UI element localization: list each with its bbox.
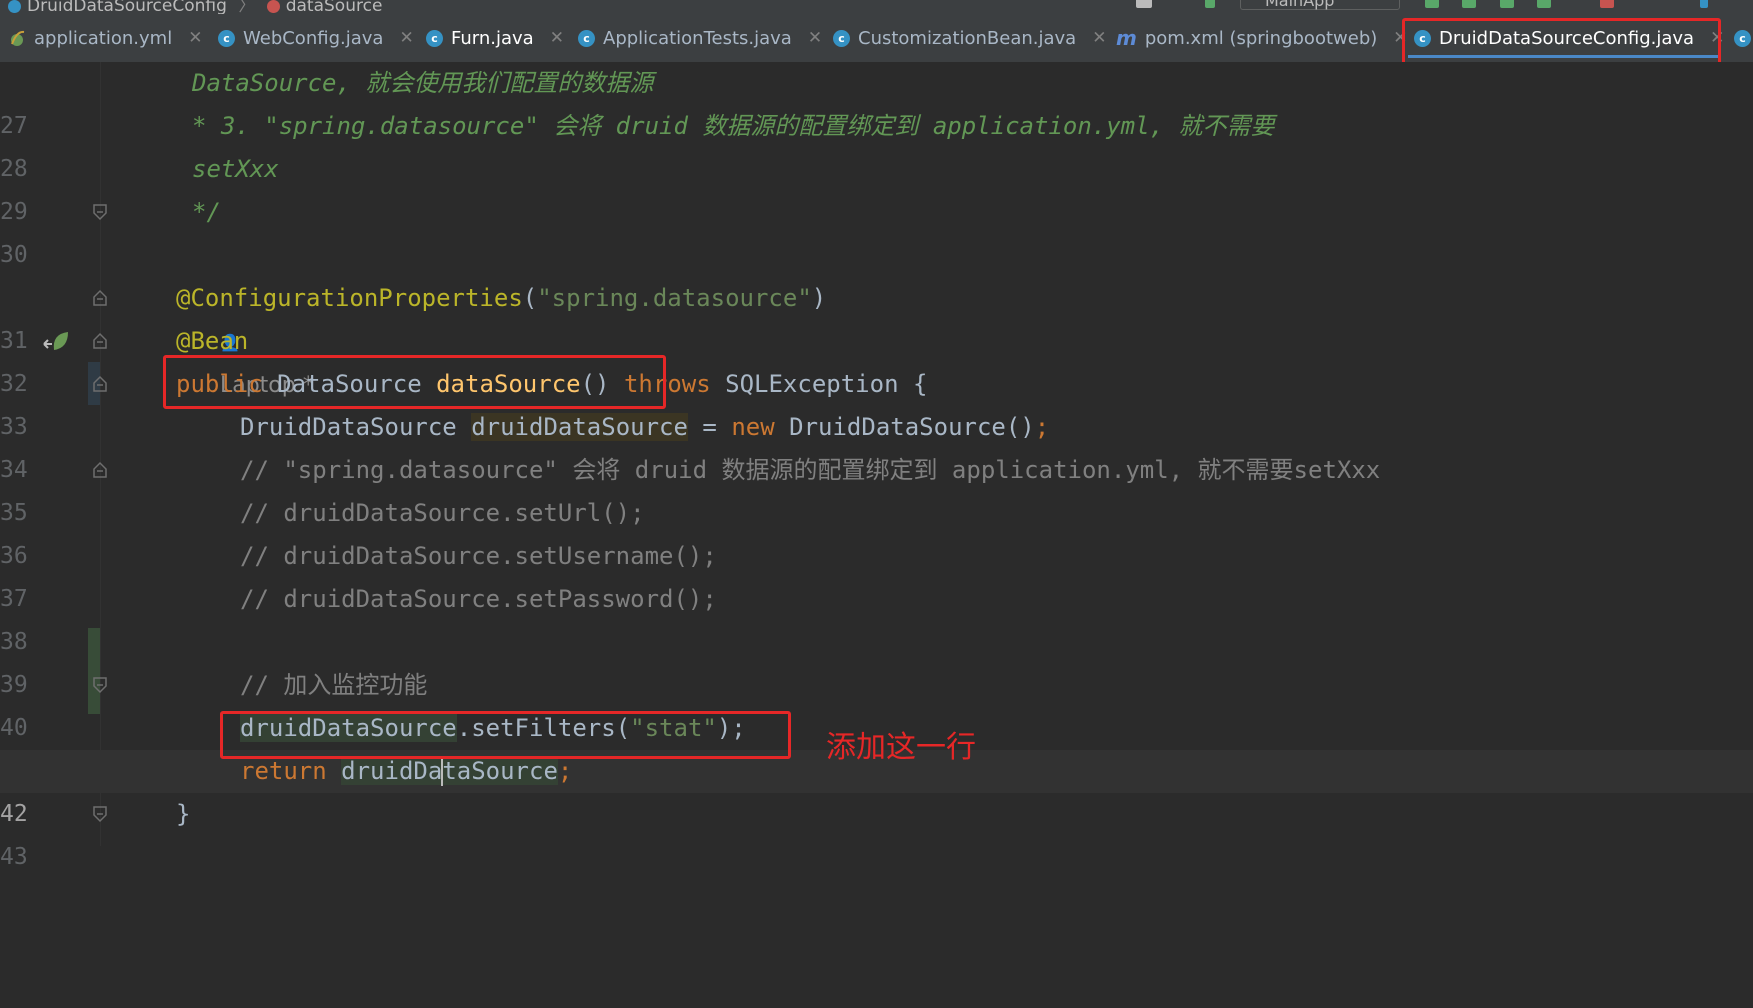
fold-end-icon[interactable]	[92, 805, 108, 823]
code-line: 31 @ConfigurationProperties("spring.data…	[0, 284, 827, 354]
code-line: 28 * 3. "spring.datasource" 会将 druid 数据源…	[0, 112, 1275, 182]
run-icon[interactable]	[1425, 0, 1439, 8]
fold-start-icon[interactable]	[92, 289, 108, 307]
tab-overflow[interactable]: c	[1728, 14, 1753, 62]
fold-start-icon[interactable]	[92, 332, 108, 350]
profile-icon[interactable]	[1537, 0, 1551, 8]
class-icon	[8, 0, 21, 13]
maven-icon: m	[1116, 26, 1137, 50]
class-icon: c	[218, 29, 235, 47]
debug-icon[interactable]	[1462, 0, 1476, 8]
tab-pom-xml[interactable]: m pom.xml (springbootweb) ✕	[1110, 14, 1408, 62]
class-icon: c	[1734, 29, 1751, 47]
code-line: 35 // "spring.datasource" 会将 druid 数据源的配…	[0, 456, 1381, 526]
highlight-box-active-tab	[1402, 18, 1721, 66]
fold-end-icon[interactable]	[92, 203, 108, 221]
coverage-icon[interactable]	[1500, 0, 1514, 8]
tab-applicationtests[interactable]: c ApplicationTests.java ✕	[572, 14, 822, 62]
annotation-note: 添加这一行	[826, 730, 976, 765]
test-class-icon: c	[578, 29, 595, 47]
tab-application-yml[interactable]: application.yml ✕	[2, 14, 202, 62]
user-icon[interactable]	[1136, 0, 1152, 8]
close-icon[interactable]: ✕	[399, 28, 413, 48]
spring-bean-gutter-icon[interactable]	[40, 328, 70, 354]
code-line: 43 }	[0, 800, 191, 870]
method-icon	[266, 0, 280, 13]
stop-icon[interactable]	[1600, 0, 1614, 8]
tab-customizationbean[interactable]: c CustomizationBean.java ✕	[827, 14, 1106, 62]
title-strip: DruidDataSourceConfig 〉 dataSource MainA…	[0, 0, 1753, 14]
code-line: 39	[0, 672, 28, 698]
build-icon[interactable]	[1205, 0, 1215, 8]
code-line: 40 // 加入监控功能	[0, 671, 428, 741]
class-icon: c	[426, 29, 443, 47]
code-line: 36 // druidDataSource.setUrl();	[0, 499, 645, 569]
run-config-select[interactable]: MainApp	[1240, 0, 1400, 10]
highlight-box-setfilters	[220, 711, 791, 759]
code-line: 27 DataSource, 就会使用我们配置的数据源	[0, 69, 654, 139]
code-editor[interactable]: 27 DataSource, 就会使用我们配置的数据源 28 * 3. "spr…	[0, 62, 1753, 870]
class-icon: c	[833, 29, 850, 47]
yaml-leaf-icon	[8, 29, 26, 47]
close-icon[interactable]: ✕	[188, 28, 202, 48]
fold-end-icon[interactable]	[92, 676, 108, 694]
fold-start-icon[interactable]	[92, 375, 108, 393]
code-line: 30 */	[0, 198, 221, 268]
code-line: 29 setXxx	[0, 155, 279, 225]
highlight-box-method-signature	[163, 355, 666, 409]
code-line: 37 // druidDataSource.setUsername();	[0, 542, 717, 612]
fold-start-icon[interactable]	[92, 461, 108, 479]
tab-webconfig[interactable]: c WebConfig.java ✕	[212, 14, 414, 62]
breadcrumb[interactable]: DruidDataSourceConfig 〉 dataSource	[8, 0, 382, 14]
close-icon[interactable]: ✕	[1092, 28, 1106, 48]
code-line: 38 // druidDataSource.setPassword();	[0, 585, 717, 655]
close-icon[interactable]: ✕	[550, 28, 564, 48]
git-icon[interactable]	[1700, 0, 1708, 8]
author-inlay-row: 👤 Laptop *	[0, 234, 1753, 398]
tab-furn[interactable]: c Furn.java ✕	[420, 14, 564, 62]
code-line: 34 DruidDataSource druidDataSource = new…	[0, 413, 1050, 483]
close-icon[interactable]: ✕	[808, 28, 822, 48]
